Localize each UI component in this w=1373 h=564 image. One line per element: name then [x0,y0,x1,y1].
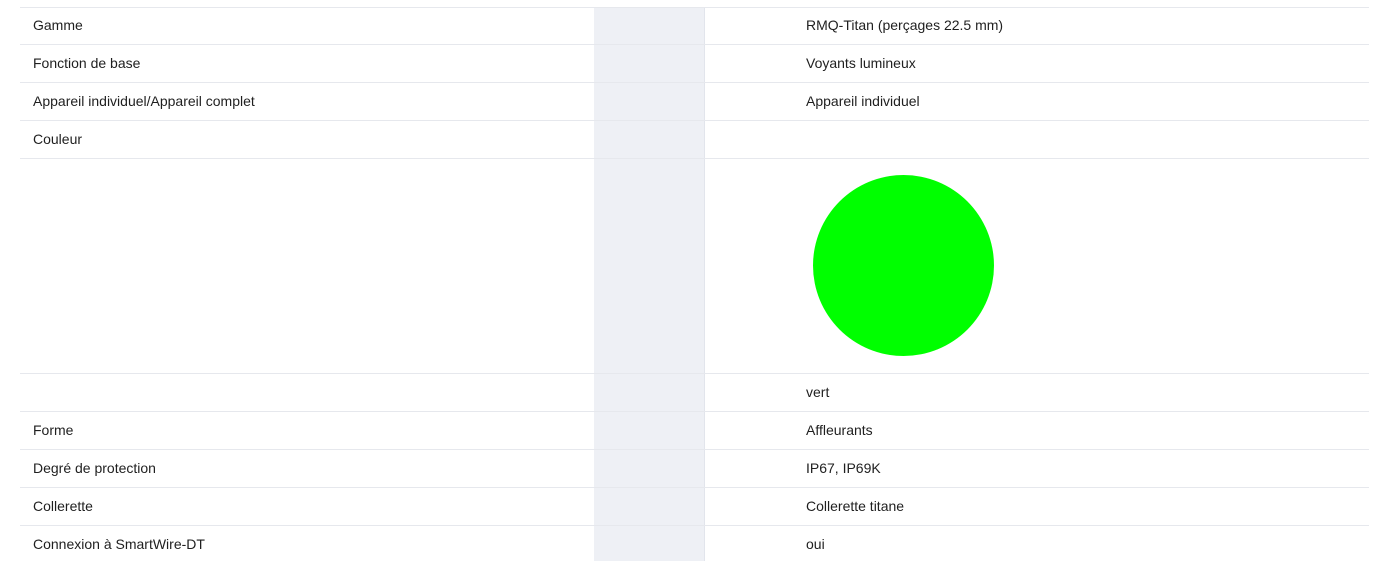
product-spec-table: Gamme RMQ-Titan (perçages 22.5 mm) Fonct… [0,0,1373,561]
row-label: Connexion à SmartWire-DT [33,536,205,552]
row-value: IP67, IP69K [806,460,881,476]
row-label: Fonction de base [33,55,141,71]
table-row-color-swatch [20,159,1369,374]
row-value: RMQ-Titan (perçages 22.5 mm) [806,17,1004,33]
table-row-gamme: Gamme RMQ-Titan (perçages 22.5 mm) [20,7,1369,45]
table-row-forme: Forme Affleurants [20,412,1369,450]
row-label: Couleur [33,131,83,147]
row-label: Appareil individuel/Appareil complet [33,93,255,109]
row-value: Voyants lumineux [806,55,916,71]
table-row-fonction-de-base: Fonction de base Voyants lumineux [20,45,1369,83]
table-row-degre-de-protection: Degré de protection IP67, IP69K [20,450,1369,488]
table-row-couleur: Couleur [20,121,1369,159]
row-value: vert [806,384,830,400]
row-value: Appareil individuel [806,93,920,109]
row-label: Degré de protection [33,460,156,476]
table-row-color-name: vert [20,374,1369,412]
table-row-collerette: Collerette Collerette titane [20,488,1369,526]
row-label: Gamme [33,17,83,33]
row-value: Collerette titane [806,498,905,514]
color-swatch-circle [813,175,994,356]
table-row-smartwire: Connexion à SmartWire-DT oui [20,526,1369,564]
row-label: Forme [33,422,74,438]
table-row-appareil: Appareil individuel/Appareil complet App… [20,83,1369,121]
row-value: oui [806,536,825,552]
row-label: Collerette [33,498,93,514]
row-value: Affleurants [806,422,873,438]
